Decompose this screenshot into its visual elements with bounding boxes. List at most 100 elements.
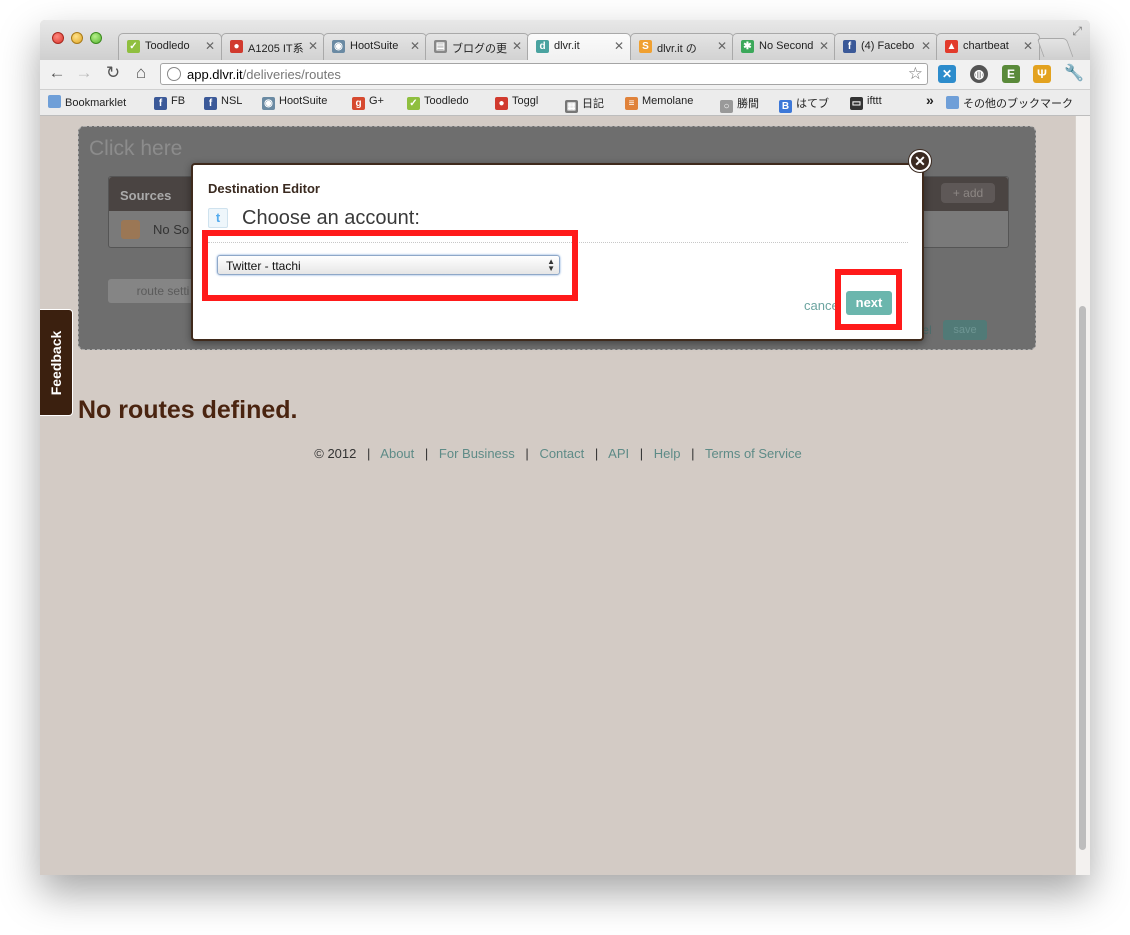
tab-close-icon[interactable]: ✕ — [410, 39, 420, 53]
evernote-icon[interactable]: E — [1002, 65, 1020, 83]
dialog-close-icon[interactable]: ✕ — [909, 150, 931, 172]
tab-title: A1205 IT系 — [248, 43, 304, 55]
bookmark-label: FB — [171, 95, 186, 107]
new-tab-button[interactable] — [1036, 38, 1074, 57]
bookmark-label: ifttt — [867, 95, 882, 107]
bookmark-item[interactable]: Bookmarklet — [48, 95, 126, 109]
footer-link-about[interactable]: About — [380, 446, 414, 461]
bookmark-icon: ○ — [720, 100, 733, 113]
browser-window: ✓ Toodledo ✕ ● A1205 IT系 ✕ ◉ HootSuite ✕ ▤ ブログの更 ✕ d… — [40, 20, 1090, 875]
tab-close-icon[interactable]: ✕ — [717, 39, 727, 53]
tab-favicon-icon: ▲ — [945, 40, 958, 53]
extension-x-icon[interactable]: ✕ — [938, 65, 956, 83]
tab-title: No Second — [759, 40, 814, 52]
bookmark-label: Toggl — [512, 95, 539, 107]
close-window-button[interactable] — [52, 32, 64, 44]
footer-link-terms[interactable]: Terms of Service — [705, 446, 802, 461]
tab-title: dlvr.it の — [657, 43, 697, 55]
tab-close-icon[interactable]: ✕ — [205, 39, 215, 53]
globe-icon — [167, 67, 181, 81]
tab-4[interactable]: ▤ ブログの更 ✕ — [425, 33, 529, 60]
bookmark-icon: ◉ — [262, 97, 275, 110]
wrench-icon[interactable]: 🔧 — [1064, 65, 1084, 83]
footer-separator: | — [691, 446, 695, 461]
minimize-window-button[interactable] — [71, 32, 83, 44]
bookmark-label: Memolane — [642, 95, 694, 107]
rss-icon — [121, 220, 140, 239]
tab-close-icon[interactable]: ✕ — [1023, 39, 1033, 53]
bookmark-item[interactable]: g G+ — [352, 95, 384, 110]
tab-favicon-icon: ◉ — [332, 40, 345, 53]
footer-separator: | — [639, 446, 644, 461]
toolbar: ← → ↻ ⌂ app.dlvr.it/deliveries/routes ☆ … — [40, 60, 1090, 90]
footer-link-help[interactable]: Help — [654, 446, 681, 461]
footer: © 2012 | About | For Business | Contact … — [40, 446, 1076, 461]
route-title-prompt[interactable]: Click here — [89, 137, 182, 161]
address-bar[interactable]: app.dlvr.it/deliveries/routes ☆ — [160, 63, 928, 85]
highlight-account-select — [202, 230, 578, 301]
dialog-heading: Choose an account: — [242, 207, 420, 229]
bookmark-label: Bookmarklet — [65, 97, 127, 109]
tab-title: ブログの更 — [452, 43, 507, 55]
scrollbar-thumb[interactable] — [1079, 306, 1086, 850]
url-path: /deliveries/routes — [242, 67, 341, 82]
tab-5[interactable]: d dlvr.it ✕ — [527, 33, 631, 60]
tab-1[interactable]: ✓ Toodledo ✕ — [118, 33, 222, 60]
extension-fork-icon[interactable]: Ψ — [1033, 65, 1051, 83]
tab-close-icon[interactable]: ✕ — [308, 39, 318, 53]
bookmark-item[interactable]: f NSL — [204, 95, 242, 110]
bookmarks-overflow-icon[interactable]: » — [926, 92, 934, 108]
footer-link-contact[interactable]: Contact — [539, 446, 584, 461]
bookmark-item[interactable]: B はてブ — [779, 95, 829, 113]
bookmark-item[interactable]: ○ 勝間 — [720, 95, 759, 113]
tab-title: HootSuite — [350, 40, 399, 52]
tab-title: dlvr.it — [554, 40, 580, 52]
tab-7[interactable]: ✱ No Second ✕ — [732, 33, 836, 60]
footer-separator: | — [594, 446, 599, 461]
footer-link-business[interactable]: For Business — [439, 446, 515, 461]
zoom-window-button[interactable] — [90, 32, 102, 44]
extension-globe-icon[interactable]: ◍ — [970, 65, 988, 83]
bookmark-item[interactable]: f FB — [154, 95, 185, 110]
sources-label: Sources — [120, 188, 172, 203]
tab-favicon-icon: ✱ — [741, 40, 754, 53]
tab-favicon-icon: f — [843, 40, 856, 53]
reload-button[interactable]: ↻ — [102, 63, 124, 83]
add-source-button[interactable]: + add — [941, 183, 995, 203]
page-scrollbar[interactable] — [1075, 116, 1090, 875]
fullscreen-icon[interactable]: ⤢ — [1072, 24, 1082, 39]
tab-3[interactable]: ◉ HootSuite ✕ — [323, 33, 427, 60]
tab-close-icon[interactable]: ✕ — [614, 39, 624, 53]
tab-2[interactable]: ● A1205 IT系 ✕ — [221, 33, 325, 60]
bookmark-label: はてブ — [796, 98, 829, 110]
bookmark-item[interactable]: ✓ Toodledo — [407, 95, 469, 110]
home-button[interactable]: ⌂ — [130, 63, 152, 83]
twitter-icon: t — [208, 208, 228, 228]
bookmark-label: 日記 — [582, 98, 604, 110]
tab-close-icon[interactable]: ✕ — [921, 39, 931, 53]
feedback-tab[interactable]: Feedback — [40, 309, 73, 416]
tab-title: Toodledo — [145, 40, 190, 52]
bookmark-item[interactable]: ● Toggl — [495, 95, 538, 110]
bookmark-item[interactable]: ▭ ifttt — [850, 95, 882, 110]
bookmark-label: G+ — [369, 95, 384, 107]
bookmark-icon: g — [352, 97, 365, 110]
panel-save-button[interactable]: save — [943, 320, 987, 340]
tab-6[interactable]: Sdlvr.it の ✕ — [630, 33, 734, 60]
other-bookmarks[interactable]: その他のブックマーク — [946, 95, 1073, 111]
tab-close-icon[interactable]: ✕ — [512, 39, 522, 53]
back-button[interactable]: ← — [46, 63, 68, 83]
tab-8[interactable]: f (4) Facebo ✕ — [834, 33, 938, 60]
tab-close-icon[interactable]: ✕ — [819, 39, 829, 53]
footer-copyright: © 2012 — [314, 446, 357, 461]
tab-9[interactable]: ▲ chartbeat ✕ — [936, 33, 1040, 60]
footer-separator: | — [525, 446, 529, 461]
bookmark-item[interactable]: ◉ HootSuite — [262, 95, 327, 110]
bookmark-item[interactable]: ▦ 日記 — [565, 95, 604, 113]
bookmark-label: HootSuite — [279, 95, 328, 107]
bookmark-item[interactable]: ≡ Memolane — [625, 95, 693, 110]
forward-button[interactable]: → — [73, 63, 95, 83]
bookmark-star-icon[interactable]: ☆ — [908, 64, 923, 84]
footer-link-api[interactable]: API — [608, 446, 629, 461]
bookmark-icon: ● — [495, 97, 508, 110]
